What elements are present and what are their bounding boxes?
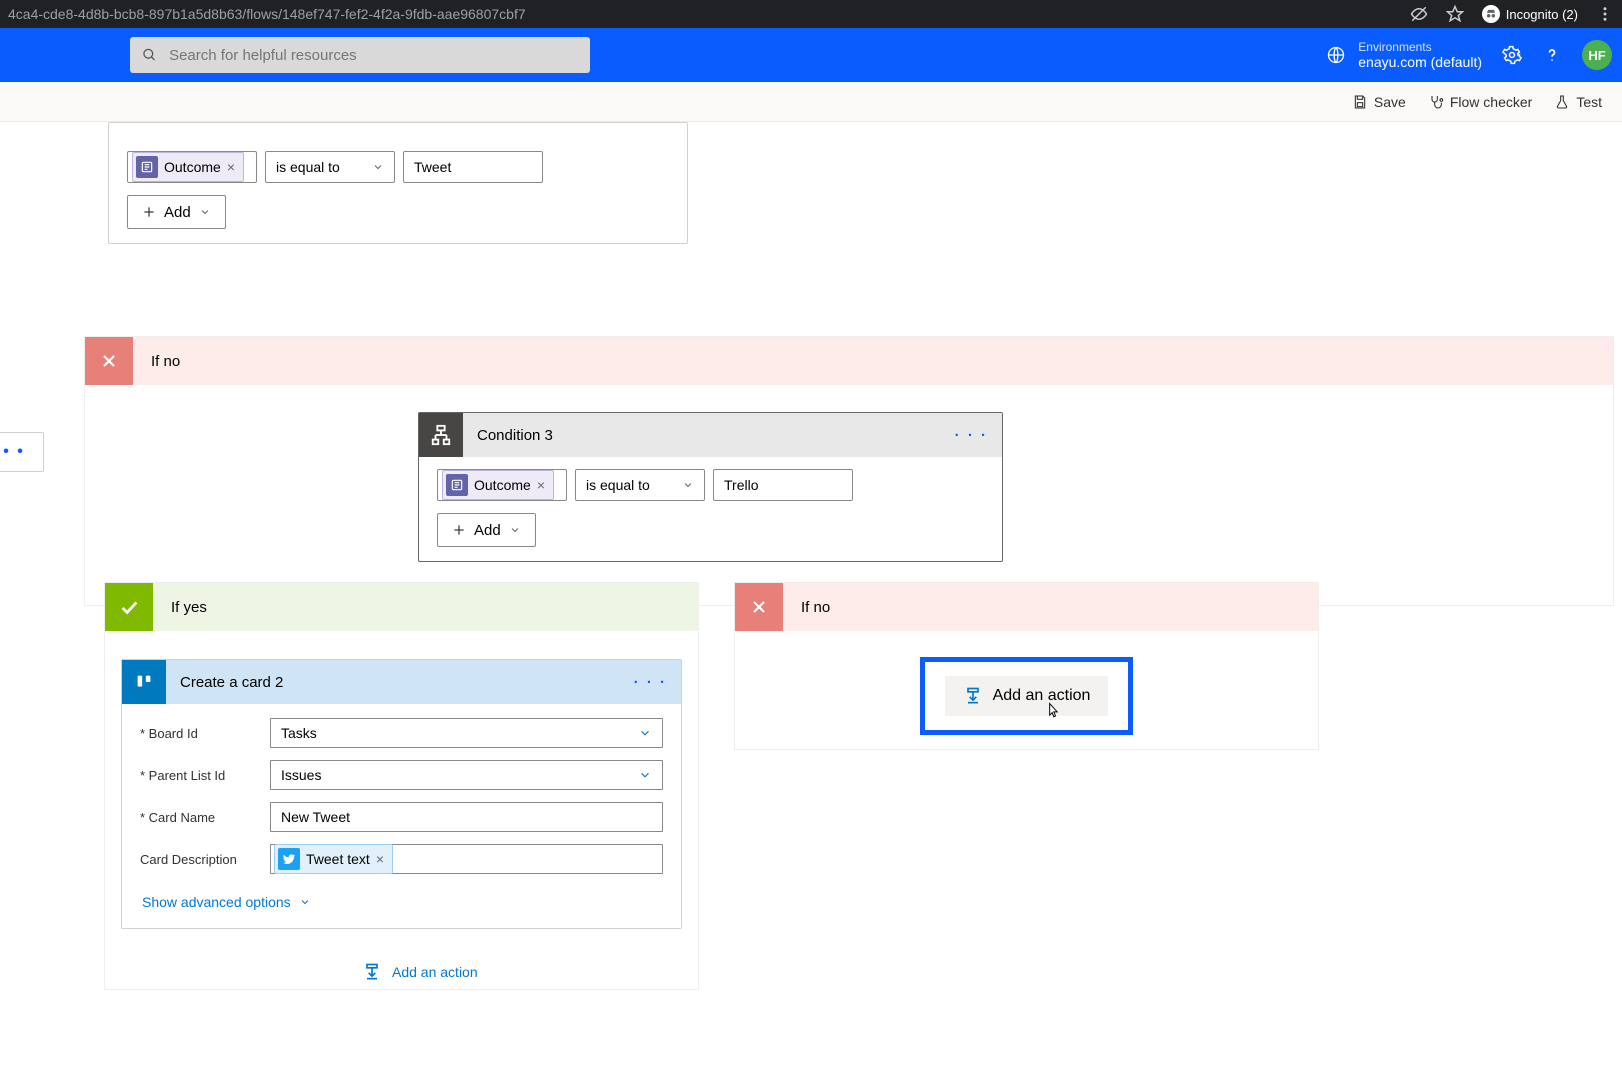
add-condition-button[interactable]: Add (127, 195, 226, 229)
cross-icon (85, 337, 133, 385)
plus-icon (142, 205, 156, 219)
board-id-label: * Board Id (140, 726, 270, 741)
save-button[interactable]: Save (1352, 94, 1406, 110)
condition-right[interactable]: Tweet (403, 151, 543, 183)
condition-left[interactable]: Outcome × (437, 469, 567, 501)
card-description-input[interactable]: Tweet text × (270, 844, 663, 874)
check-icon (105, 583, 153, 631)
more-icon[interactable] (1596, 5, 1614, 23)
condition3-title: Condition 3 (463, 427, 553, 444)
card-menu-button[interactable]: · · · (634, 674, 667, 691)
search-box[interactable] (130, 37, 590, 73)
plus-icon (452, 523, 466, 537)
address-bar[interactable]: 4ca4-cde8-4d8b-bcb8-897b1a5d8b63/flows/1… (8, 6, 1410, 22)
flow-canvas[interactable]: • • • Outcome × is equal to Tweet (0, 122, 1622, 1080)
condition-operator[interactable]: is equal to (265, 151, 395, 183)
chevron-down-icon (682, 479, 694, 491)
chevron-down-icon (509, 524, 521, 536)
condition-right[interactable]: Trello (713, 469, 853, 501)
add-condition-button[interactable]: Add (437, 513, 536, 547)
top-condition-card: Outcome × is equal to Tweet Add (108, 122, 688, 244)
token-label: Outcome (164, 159, 221, 175)
settings-button[interactable] (1502, 45, 1522, 65)
avatar[interactable]: HF (1582, 40, 1612, 70)
condition-left[interactable]: Outcome × (127, 151, 257, 183)
designer-toolbar: Save Flow checker Test (0, 82, 1622, 122)
create-card-action[interactable]: Create a card 2 · · · * Board Id Tasks *… (121, 659, 682, 929)
condition3-card[interactable]: Condition 3 · · · Outcome × is equal to … (418, 412, 1003, 562)
gear-icon (1502, 45, 1522, 65)
help-icon (1542, 45, 1562, 65)
condition3-ifyes-branch: If yes Create a card 2 · · · * Board Id … (104, 582, 699, 990)
add-action-icon (963, 686, 983, 706)
star-icon[interactable] (1446, 5, 1464, 23)
search-icon (142, 47, 157, 63)
board-id-select[interactable]: Tasks (270, 718, 663, 748)
token-remove-icon[interactable]: × (537, 477, 545, 493)
incognito-label: Incognito (2) (1506, 7, 1578, 22)
flow-checker-button[interactable]: Flow checker (1428, 94, 1532, 110)
show-advanced-link[interactable]: Show advanced options (122, 880, 331, 928)
add-action-button[interactable]: Add an action (362, 962, 478, 982)
card-name-label: * Card Name (140, 810, 270, 825)
twitter-token-icon (278, 848, 300, 870)
condition-operator[interactable]: is equal to (575, 469, 705, 501)
chevron-down-icon (638, 768, 652, 782)
token-remove-icon[interactable]: × (227, 159, 235, 175)
condition3-ifno-branch: If no Add an action (734, 582, 1319, 750)
save-icon (1352, 94, 1368, 110)
forms-token-icon (446, 474, 468, 496)
add-action-highlighted[interactable]: Add an action (920, 657, 1134, 735)
chevron-down-icon (199, 206, 211, 218)
incognito-badge[interactable]: Incognito (2) (1482, 5, 1578, 23)
stethoscope-icon (1428, 94, 1444, 110)
add-action-icon (362, 962, 382, 982)
env-value: enayu.com (default) (1358, 54, 1482, 70)
card-name-input[interactable]: New Tweet (270, 802, 663, 832)
collapsed-action-stub[interactable]: • • • (0, 432, 44, 472)
forms-token-icon (136, 156, 158, 178)
chevron-down-icon (638, 726, 652, 740)
condition-icon (419, 413, 463, 457)
parent-list-select[interactable]: Issues (270, 760, 663, 790)
help-button[interactable] (1542, 45, 1562, 65)
token-remove-icon[interactable]: × (376, 851, 384, 867)
trello-icon (122, 660, 166, 704)
chevron-down-icon (299, 896, 311, 908)
card-description-label: Card Description (140, 852, 270, 867)
cross-icon (735, 583, 783, 631)
card-menu-button[interactable]: · · · (955, 427, 988, 444)
branch-label: If no (783, 599, 830, 616)
chevron-down-icon (372, 161, 384, 173)
branch-label: If no (133, 353, 180, 370)
branch-label: If yes (153, 599, 207, 616)
search-input[interactable] (167, 46, 578, 65)
app-header: Environments enayu.com (default) HF (0, 28, 1622, 82)
environment-picker[interactable]: Environments enayu.com (default) (1326, 40, 1482, 70)
beaker-icon (1554, 94, 1570, 110)
parent-list-label: * Parent List Id (140, 768, 270, 783)
globe-icon (1326, 45, 1346, 65)
env-label: Environments (1358, 40, 1482, 54)
test-button[interactable]: Test (1554, 94, 1602, 110)
tracking-icon[interactable] (1410, 5, 1428, 23)
action-title: Create a card 2 (166, 674, 283, 691)
browser-chrome: 4ca4-cde8-4d8b-bcb8-897b1a5d8b63/flows/1… (0, 0, 1622, 28)
chrome-controls: Incognito (2) (1410, 5, 1614, 23)
